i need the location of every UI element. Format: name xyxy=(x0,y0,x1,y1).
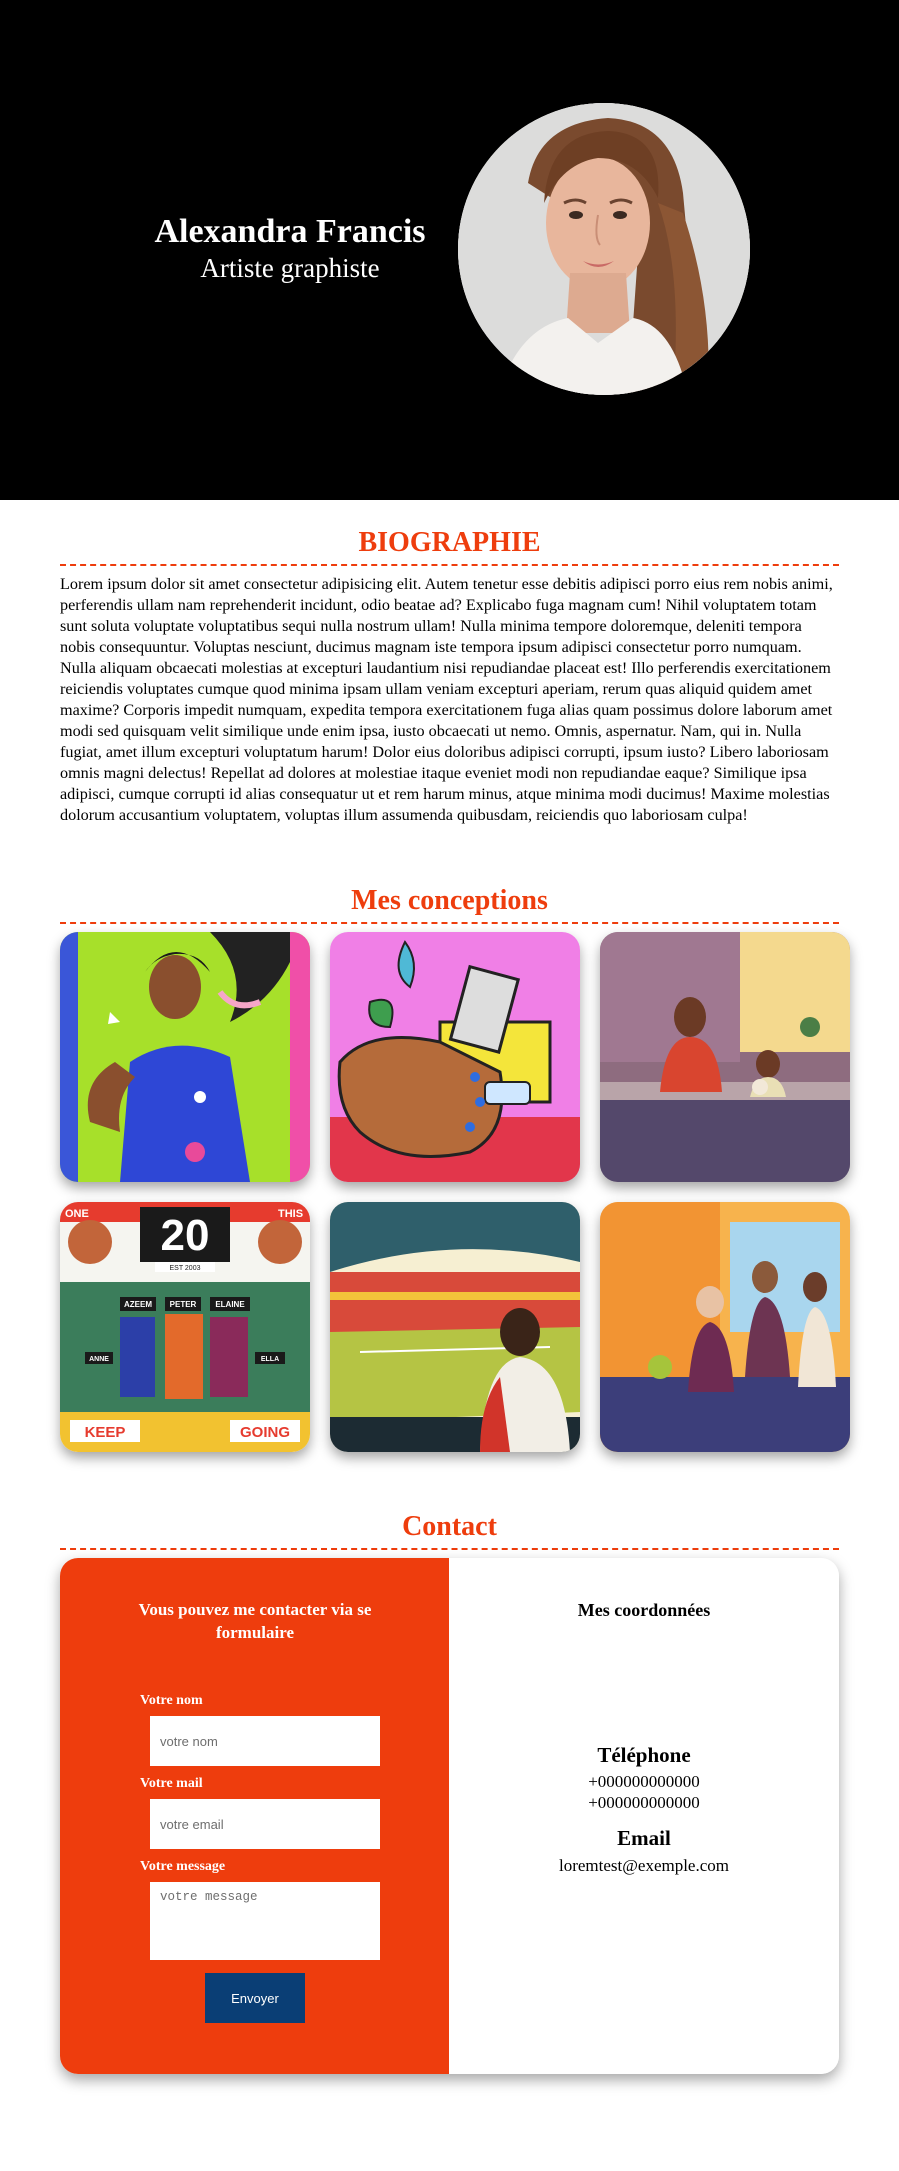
email-label: Email xyxy=(617,1826,671,1850)
contact-card: Vous pouvez me contacter via se formulai… xyxy=(60,1558,839,2074)
artist-name: Alexandra Francis xyxy=(154,213,426,250)
section-divider xyxy=(60,1548,839,1550)
phone-label: Téléphone xyxy=(597,1743,691,1767)
gallery-item-footballer[interactable] xyxy=(60,932,310,1182)
profile-photo xyxy=(458,103,750,395)
poster-name-4: ELLA xyxy=(261,1356,279,1363)
info-heading: Mes coordonnées xyxy=(577,1600,711,1620)
hero-text: Alexandra Francis Artiste graphiste xyxy=(150,212,430,284)
phone-number-1: +000000000000 xyxy=(588,1772,700,1791)
name-label: Votre nom xyxy=(140,1693,203,1708)
send-button[interactable]: Envoyer xyxy=(205,1973,305,2023)
contact-title: Contact xyxy=(402,1511,497,1542)
biography-text: Lorem ipsum dolor sit amet consectetur a… xyxy=(60,575,833,824)
email-address: loremtest@exemple.com xyxy=(558,1856,730,1875)
section-divider xyxy=(60,564,839,566)
gallery-item-team-poster[interactable]: ONE THIS 20 EST 2003 AZEEM PETER ELAINE … xyxy=(60,1202,310,1452)
gallery-item-kitchen[interactable] xyxy=(600,932,850,1182)
gallery-item-family-kitchen[interactable] xyxy=(600,1202,850,1452)
gallery-item-hands-lamp[interactable] xyxy=(330,932,580,1182)
poster-going: GOING xyxy=(240,1424,290,1441)
poster-name-2: PETER xyxy=(170,1300,197,1309)
poster-name-1: AZEEM xyxy=(124,1300,152,1309)
artist-role: Artiste graphiste xyxy=(200,253,380,283)
hero-header: Alexandra Francis Artiste graphiste xyxy=(0,0,899,500)
contact-form: Vous pouvez me contacter via se formulai… xyxy=(60,1558,449,2074)
email-input[interactable] xyxy=(150,1799,380,1849)
section-divider xyxy=(60,922,839,924)
gallery-section: Mes conceptions ONE THIS 20 EST 2003 AZE… xyxy=(0,826,899,1452)
message-textarea[interactable] xyxy=(150,1882,380,1960)
gallery-title: Mes conceptions xyxy=(351,885,548,916)
poster-top-right: THIS xyxy=(278,1208,303,1220)
gallery-grid: ONE THIS 20 EST 2003 AZEEM PETER ELAINE … xyxy=(60,932,850,1452)
mail-label: Votre mail xyxy=(140,1776,203,1791)
form-heading: Vous pouvez me contacter via se formulai… xyxy=(138,1600,372,1642)
contact-info: Mes coordonnées Téléphone +000000000000 … xyxy=(449,1558,839,2074)
name-input[interactable] xyxy=(150,1716,380,1766)
poster-name-3: ELAINE xyxy=(215,1300,245,1309)
message-label: Votre message xyxy=(140,1859,226,1874)
biography-title: BIOGRAPHIE xyxy=(358,527,541,558)
biography-section: BIOGRAPHIE Lorem ipsum dolor sit amet co… xyxy=(0,500,899,826)
gallery-item-stadium[interactable] xyxy=(330,1202,580,1452)
poster-keep: KEEP xyxy=(85,1424,126,1441)
phone-number-2: +000000000000 xyxy=(588,1793,700,1812)
contact-section: Contact Vous pouvez me contacter via se … xyxy=(0,1452,899,2074)
poster-sub: EST 2003 xyxy=(169,1265,200,1272)
poster-number: 20 xyxy=(161,1211,210,1260)
poster-top-left: ONE xyxy=(65,1208,89,1220)
poster-name-5: ANNE xyxy=(89,1356,109,1363)
